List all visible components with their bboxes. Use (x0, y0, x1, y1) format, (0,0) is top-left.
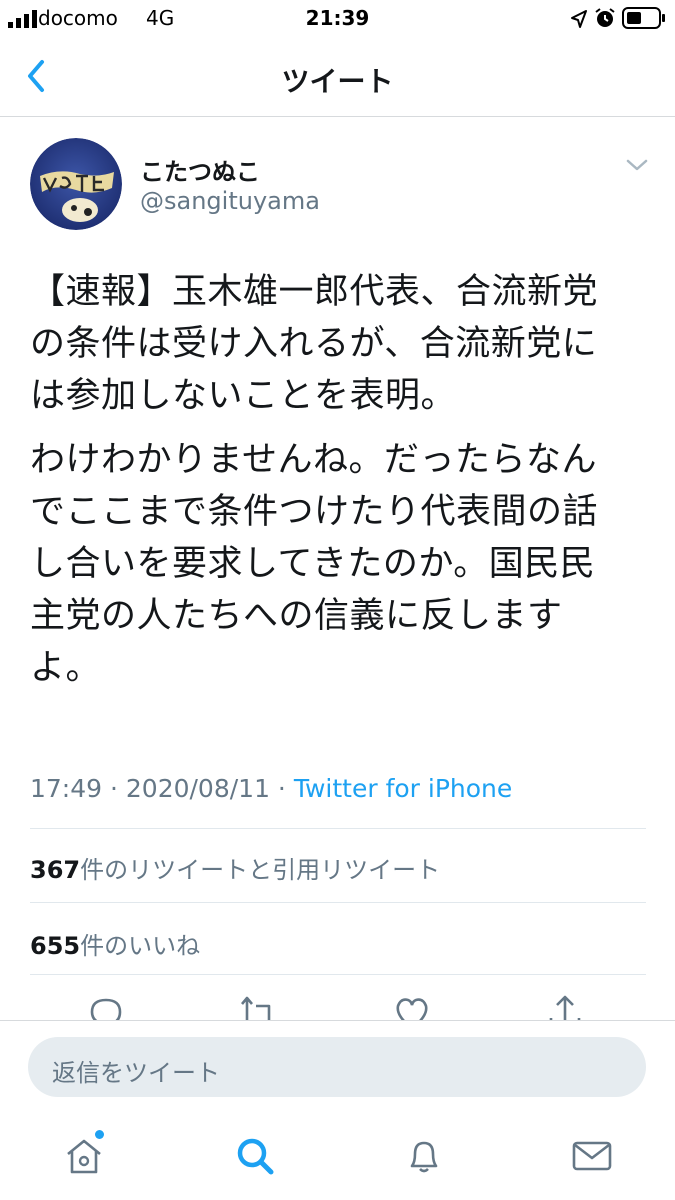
tweet-paragraph: 【速報】玉木雄一郎代表、合流新党の条件は受け入れるが、合流新党には参加しないこと… (30, 272, 599, 416)
tweet-date: 2020/08/11 (125, 774, 270, 803)
home-icon[interactable] (62, 1134, 106, 1178)
likes-stat[interactable]: 655件のいいね (30, 926, 200, 961)
tweet-paragraph: わけわかりませんね。だったらなんでここまで条件つけたり代表間の話し合いを要求して… (30, 440, 599, 688)
divider (30, 974, 646, 975)
page-title: ツイート (281, 65, 394, 98)
reply-icon[interactable] (86, 994, 126, 1020)
likes-label: 件のいいね (80, 932, 201, 960)
alarm-icon (595, 8, 615, 27)
share-icon[interactable] (545, 994, 585, 1020)
tweet-meta: 17:49 · 2020/08/11 · Twitter for iPhone (30, 774, 512, 803)
retweets-label: 件のリツイートと引用リツイート (80, 856, 441, 884)
author-name[interactable]: こたつぬこ (140, 152, 260, 187)
likes-count: 655 (30, 932, 81, 960)
retweets-count: 367 (30, 856, 81, 884)
tab-bar (0, 1110, 675, 1200)
tweet-text: 【速報】玉木雄一郎代表、合流新党の条件は受け入れるが、合流新党には参加しないこと… (30, 266, 630, 694)
tweet-actions (0, 976, 675, 1020)
avatar-image (30, 138, 122, 230)
home-notification-dot (95, 1130, 104, 1139)
chevron-down-icon[interactable] (625, 157, 649, 173)
tweet-source-link[interactable]: Twitter for iPhone (294, 774, 512, 803)
meta-separator: · (102, 774, 126, 803)
battery-icon (622, 7, 665, 29)
divider (30, 902, 646, 903)
reply-bar: 返信をツイート (0, 1020, 675, 1111)
search-icon[interactable] (233, 1134, 277, 1178)
nav-header: ツイート (0, 38, 675, 117)
status-bar: docomo 4G 21:39 (0, 0, 675, 38)
reply-placeholder: 返信をツイート (52, 1059, 220, 1087)
notifications-icon[interactable] (402, 1134, 446, 1178)
divider (30, 828, 646, 829)
messages-icon[interactable] (570, 1134, 614, 1178)
author-handle[interactable]: @sangituyama (140, 187, 320, 215)
retweet-icon[interactable] (238, 994, 278, 1020)
like-icon[interactable] (392, 994, 432, 1020)
location-icon (571, 10, 587, 28)
tweet-time: 17:49 (30, 774, 103, 803)
avatar[interactable] (30, 138, 122, 230)
meta-separator: · (269, 774, 294, 803)
retweets-stat[interactable]: 367件のリツイートと引用リツイート (30, 850, 440, 885)
